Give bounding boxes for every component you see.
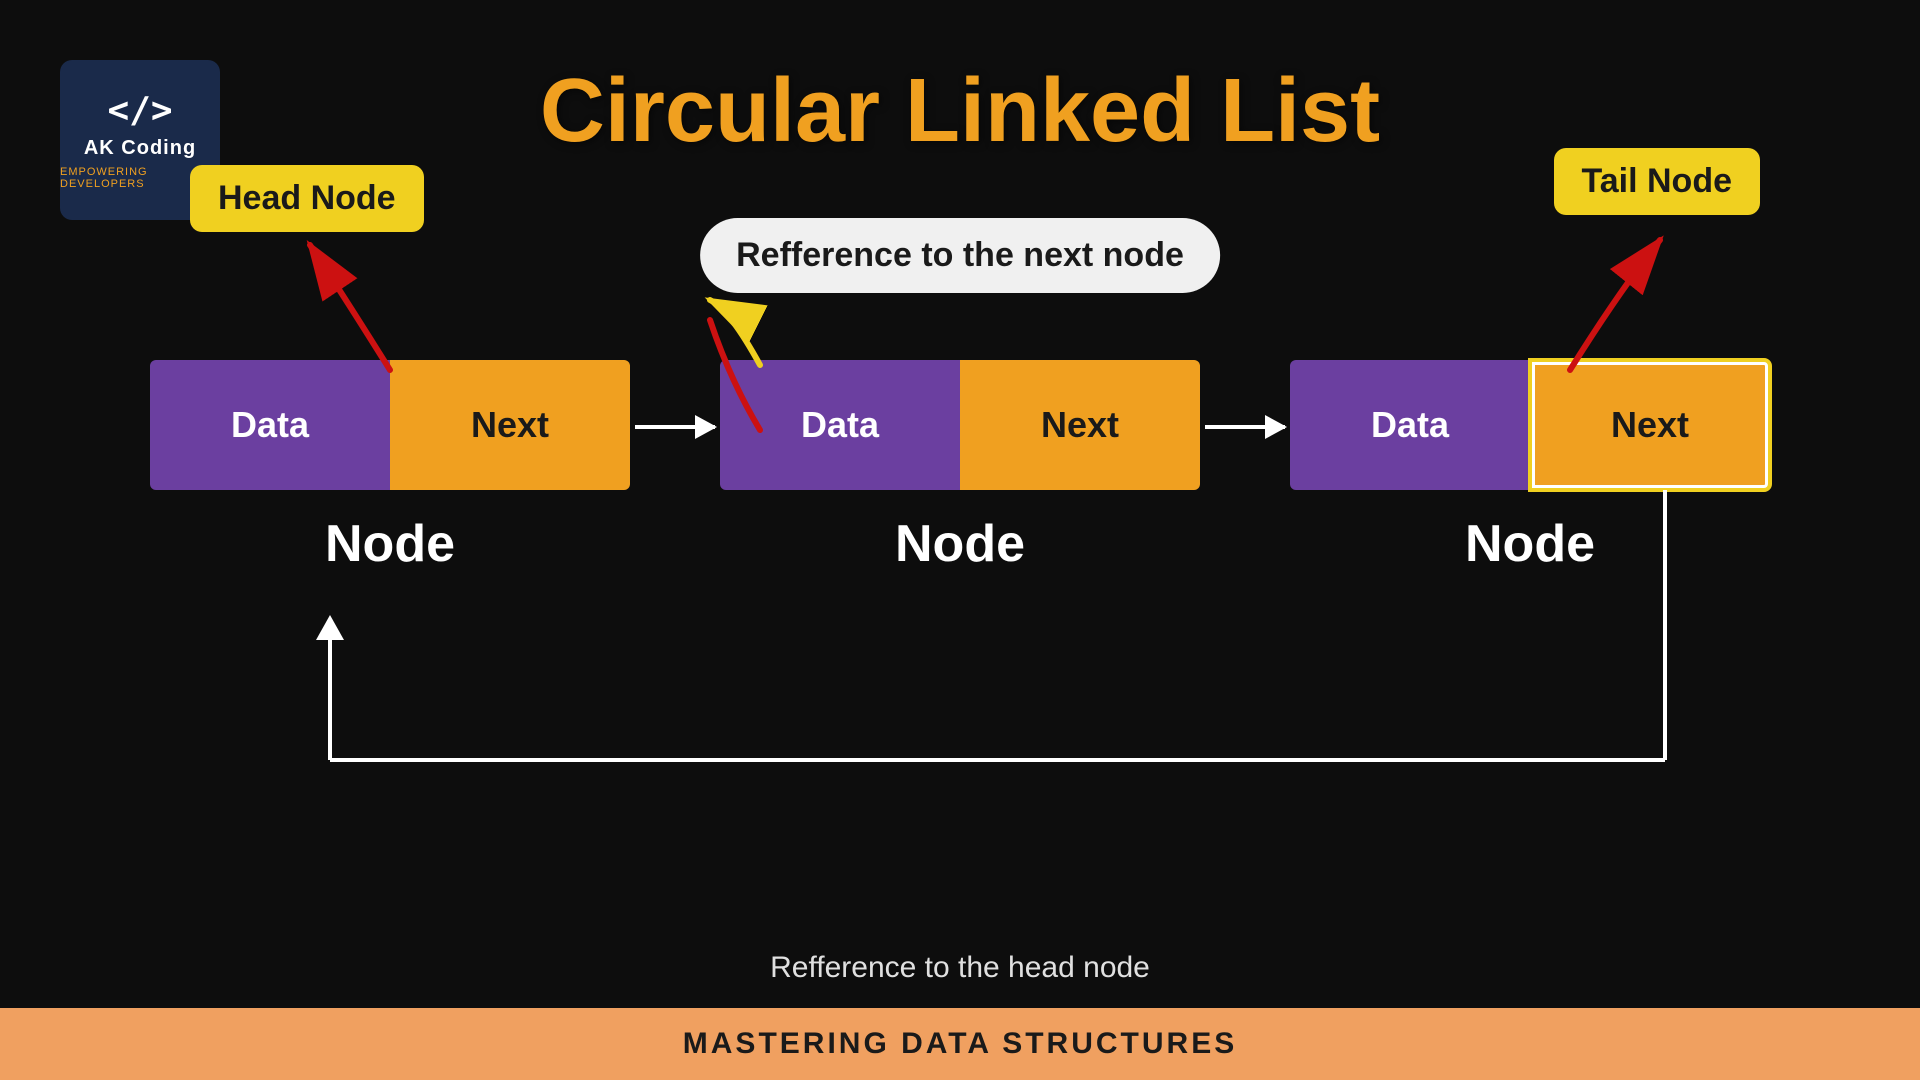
head-node-label: Head Node: [190, 165, 424, 232]
tail-node-label: Tail Node: [1554, 148, 1761, 215]
node-1-next: Next: [390, 360, 630, 490]
node-2-data: Data: [720, 360, 960, 490]
ref-next-label: Refference to the next node: [700, 218, 1220, 293]
node-2-label: Node: [895, 514, 1025, 574]
bottom-bar-text: Mastering Data Structures: [683, 1027, 1237, 1061]
node-3: Data Next Node: [1290, 360, 1770, 574]
nodes-container: Data Next Node Data Next Node Data Next …: [150, 360, 1770, 574]
node-3-next: Next: [1530, 360, 1770, 490]
ref-head-text: Refference to the head node: [770, 951, 1150, 985]
node-2-box: Data Next: [720, 360, 1200, 490]
node-3-label: Node: [1465, 514, 1595, 574]
node-1-label: Node: [325, 514, 455, 574]
node-1-box: Data Next: [150, 360, 630, 490]
node-1: Data Next Node: [150, 360, 630, 574]
node-2-next: Next: [960, 360, 1200, 490]
bottom-bar: Mastering Data Structures: [0, 1008, 1920, 1080]
arrow-2-3: [1205, 425, 1285, 429]
node-3-data: Data: [1290, 360, 1530, 490]
node-2: Data Next Node: [720, 360, 1200, 574]
arrow-1-2: [635, 425, 715, 429]
node-1-data: Data: [150, 360, 390, 490]
node-3-box: Data Next: [1290, 360, 1770, 490]
